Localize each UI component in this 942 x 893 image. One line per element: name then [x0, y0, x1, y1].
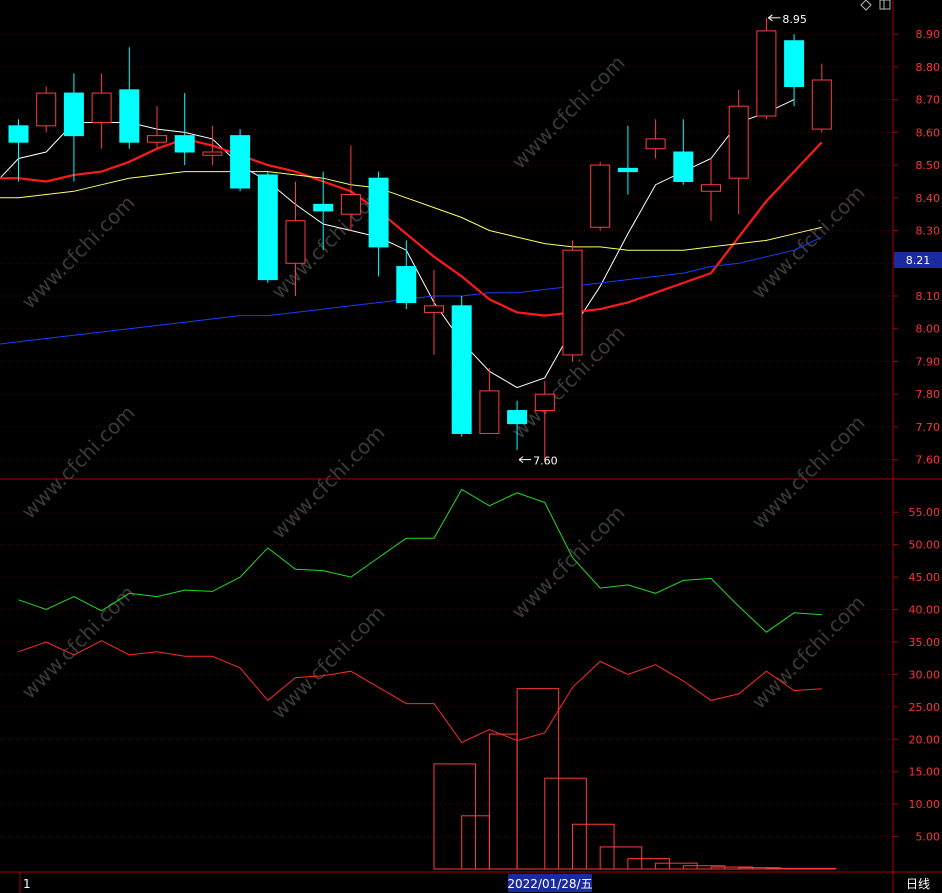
candle-body [479, 390, 500, 434]
candle-body [63, 92, 84, 137]
indicator-tick-label: 15.00 [909, 766, 941, 779]
annotation-label: 8.95 [782, 13, 807, 26]
candle-body [285, 220, 306, 264]
candle-body [617, 167, 638, 173]
candle-body [202, 151, 223, 156]
price-tick-label: 7.90 [916, 355, 941, 368]
candle-body [368, 177, 389, 248]
candle-body [811, 79, 832, 130]
price-tick-label: 8.80 [916, 61, 941, 74]
time-axis-index-label: 1 [23, 877, 31, 891]
candle-body [313, 203, 334, 212]
candle-body [645, 138, 666, 150]
candle-body [396, 266, 417, 304]
indicator-tick-label: 55.00 [909, 506, 941, 519]
annotation-label: 7.60 [533, 455, 558, 468]
indicator-tick-label: 25.00 [909, 701, 941, 714]
candle-body [451, 305, 472, 434]
candle-body [174, 135, 195, 153]
candlestick [451, 296, 472, 437]
price-tick-label: 8.40 [916, 192, 941, 205]
price-tick-label: 8.60 [916, 126, 941, 139]
candlestick [756, 17, 777, 120]
candle-body [673, 151, 694, 182]
candle-body [119, 89, 140, 143]
candle-body [756, 30, 777, 117]
cursor-date-label: 2022/01/28/五 [507, 877, 592, 891]
candle-body [424, 305, 444, 313]
stock-chart[interactable]: www.cfchi.com www.cfchi.comwww.cfchi.comw… [0, 0, 942, 893]
candle-body [507, 410, 528, 425]
indicator-tick-label: 20.00 [909, 733, 941, 746]
indicator-tick-label: 5.00 [916, 831, 941, 844]
candlestick [230, 129, 251, 192]
price-tick-label: 8.30 [916, 225, 941, 238]
indicator-tick-label: 45.00 [909, 571, 941, 584]
histogram-bar [765, 867, 837, 870]
candle-body [534, 393, 555, 412]
price-tick-label: 7.80 [916, 388, 941, 401]
indicator-tick-label: 30.00 [909, 668, 941, 681]
indicator-tick-label: 35.00 [909, 636, 941, 649]
indicator-tick-label: 10.00 [909, 798, 941, 811]
price-tick-label: 8.70 [916, 94, 941, 107]
candle-body [8, 125, 29, 143]
price-tick-label: 8.90 [916, 28, 941, 41]
price-tick-label: 8.50 [916, 159, 941, 172]
current-price-badge: 8.21 [894, 252, 942, 268]
current-price-label: 8.21 [906, 254, 931, 267]
candle-body [728, 105, 749, 179]
candle-body [230, 135, 251, 189]
price-tick-label: 8.00 [916, 323, 941, 336]
candle-body [562, 249, 583, 356]
price-tick-label: 7.60 [916, 454, 941, 467]
candle-body [784, 40, 805, 88]
candle-body [340, 194, 361, 215]
candlestick [590, 161, 611, 231]
candlestick [562, 240, 583, 362]
price-tick-label: 8.10 [916, 290, 941, 303]
chart-background [0, 0, 942, 893]
candlestick [36, 86, 57, 133]
price-tick-label: 7.70 [916, 421, 941, 434]
candle-body [257, 174, 278, 281]
period-label[interactable]: 日线 [906, 877, 930, 891]
candle-body [147, 135, 167, 143]
candle-body [590, 164, 611, 228]
candle-body [701, 184, 721, 192]
candle-body [91, 92, 112, 124]
candle-body [36, 92, 57, 127]
indicator-tick-label: 50.00 [909, 539, 941, 552]
indicator-tick-label: 40.00 [909, 604, 941, 617]
candlestick [257, 171, 278, 283]
